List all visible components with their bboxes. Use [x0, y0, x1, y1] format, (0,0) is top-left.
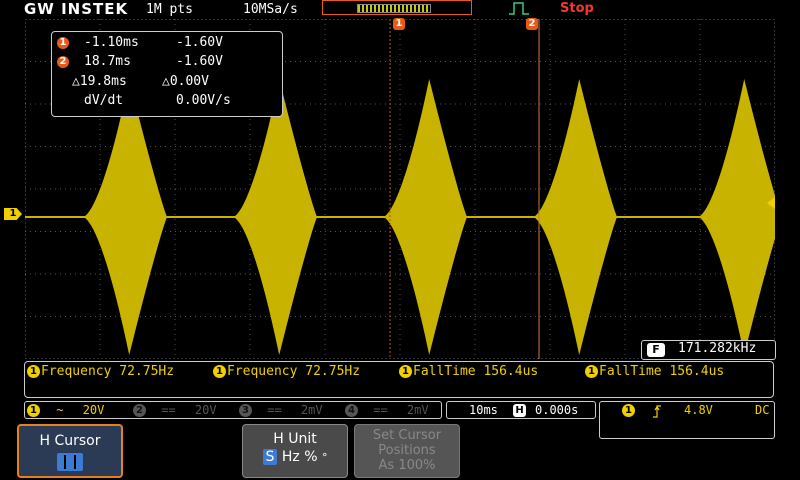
- h-cursor-label: H Cursor: [39, 433, 101, 449]
- measurement-3-text: FallTime 156.4us: [413, 364, 539, 379]
- cursor-2-volt: -1.60V: [176, 54, 223, 69]
- channel-2-status[interactable]: 2 == 20V: [133, 403, 217, 417]
- horizontal-position: 0.000s: [535, 403, 579, 417]
- ch2-badge: 2: [133, 404, 146, 417]
- measurement-4[interactable]: 1 FallTime 156.4us: [585, 364, 724, 379]
- trigger-source-badge: 1: [622, 404, 635, 417]
- run-status: Stop: [560, 1, 594, 16]
- trigger-status[interactable]: 1 4.8V DC: [599, 401, 775, 439]
- delta-volt: △0.00V: [162, 74, 209, 89]
- readout-row-2: 2 18.7ms -1.60V: [52, 54, 282, 72]
- horizontal-position-badge: H: [513, 404, 526, 417]
- h-unit-label: H Unit: [273, 431, 317, 447]
- timebase-status[interactable]: 10ms H 0.000s: [446, 401, 596, 419]
- channel-3-status[interactable]: 3 == 2mV: [239, 403, 323, 417]
- measurement-4-text: FallTime 156.4us: [599, 364, 725, 379]
- frequency-counter: F 171.282kHz: [641, 340, 776, 360]
- h-unit-options: S Hz % °: [243, 449, 347, 465]
- record-length: 1M pts: [146, 2, 193, 17]
- set-cursor-line-3: As 100%: [378, 458, 436, 473]
- readout-row-1: 1 -1.10ms -1.60V: [52, 35, 282, 53]
- frequency-counter-badge: F: [647, 343, 665, 357]
- channel-status-bar: 1 ~ 20V 2 == 20V 3 == 2mV 4 == 2mV: [24, 401, 442, 419]
- ch2-coupling: ==: [161, 403, 176, 417]
- ch1-ground-marker[interactable]: 1: [4, 208, 22, 220]
- ch1-badge: 1: [27, 365, 40, 378]
- ch1-badge: 1: [399, 365, 412, 378]
- cursor-2-time: 18.7ms: [84, 54, 131, 69]
- cursor-1-time: -1.10ms: [84, 35, 139, 50]
- measurement-1[interactable]: 1 Frequency 72.75Hz: [27, 364, 174, 379]
- unit-option-hz: Hz: [281, 449, 300, 465]
- unit-option-deg: °: [321, 451, 328, 464]
- cursor-1-badge: 1: [57, 37, 69, 49]
- slope-label: dV/dt: [84, 93, 124, 108]
- measurement-2[interactable]: 1 Frequency 72.75Hz: [213, 364, 360, 379]
- frequency-counter-value: 171.282kHz: [678, 341, 757, 356]
- ch1-badge: 1: [213, 365, 226, 378]
- measurement-3[interactable]: 1 FallTime 156.4us: [399, 364, 538, 379]
- set-cursor-positions-button[interactable]: Set Cursor Positions As 100%: [354, 424, 460, 478]
- ch4-coupling: ==: [373, 403, 388, 417]
- trigger-coupling: DC: [755, 403, 770, 417]
- trigger-level: 4.8V: [684, 403, 713, 417]
- trigger-edge-icon: [509, 2, 529, 15]
- ch2-scale: 20V: [194, 403, 217, 417]
- ch4-badge: 4: [345, 404, 358, 417]
- unit-option-s: S: [262, 449, 278, 465]
- ch3-badge: 3: [239, 404, 252, 417]
- measurement-1-text: Frequency 72.75Hz: [41, 364, 175, 379]
- measurement-2-text: Frequency 72.75Hz: [227, 364, 361, 379]
- h-cursor-icon: [57, 453, 83, 471]
- channel-4-status[interactable]: 4 == 2mV: [345, 403, 429, 417]
- cursor-readout: 1 -1.10ms -1.60V 2 18.7ms -1.60V △19.8ms…: [51, 31, 283, 117]
- ch1-scale: 20V: [82, 403, 105, 417]
- timebase-scale: 10ms: [469, 403, 498, 417]
- ch1-badge: 1: [27, 404, 40, 417]
- brand-logo: GW INSTEK: [24, 0, 129, 18]
- ch1-badge: 1: [585, 365, 598, 378]
- h-unit-button[interactable]: H Unit S Hz % °: [242, 424, 348, 478]
- unit-option-pct: %: [304, 449, 318, 465]
- ch1-coupling: ~: [56, 403, 64, 417]
- cursor-1-volt: -1.60V: [176, 35, 223, 50]
- set-cursor-line-2: Positions: [378, 443, 436, 458]
- memory-bar: [322, 0, 472, 15]
- cursor-2-badge: 2: [57, 56, 69, 68]
- readout-delta: △19.8ms △0.00V: [52, 74, 282, 92]
- cursor-1-marker[interactable]: 1: [393, 18, 405, 30]
- channel-1-status[interactable]: 1 ~ 20V: [27, 403, 104, 417]
- ch4-scale: 2mV: [406, 403, 429, 417]
- h-cursor-button[interactable]: H Cursor: [17, 424, 123, 478]
- set-cursor-line-1: Set Cursor: [372, 428, 442, 443]
- delta-time: △19.8ms: [72, 74, 127, 89]
- slope-value: 0.00V/s: [176, 93, 231, 108]
- readout-slope: dV/dt 0.00V/s: [52, 93, 282, 111]
- ch3-coupling: ==: [267, 403, 282, 417]
- sample-rate: 10MSa/s: [243, 2, 298, 17]
- cursor-2-marker[interactable]: 2: [526, 18, 538, 30]
- trigger-level-marker[interactable]: [767, 197, 775, 209]
- measurement-bar: 1 Frequency 72.75Hz 1 Frequency 72.75Hz 1F…: [24, 361, 774, 398]
- rising-edge-icon: [653, 405, 661, 418]
- ch3-scale: 2mV: [300, 403, 323, 417]
